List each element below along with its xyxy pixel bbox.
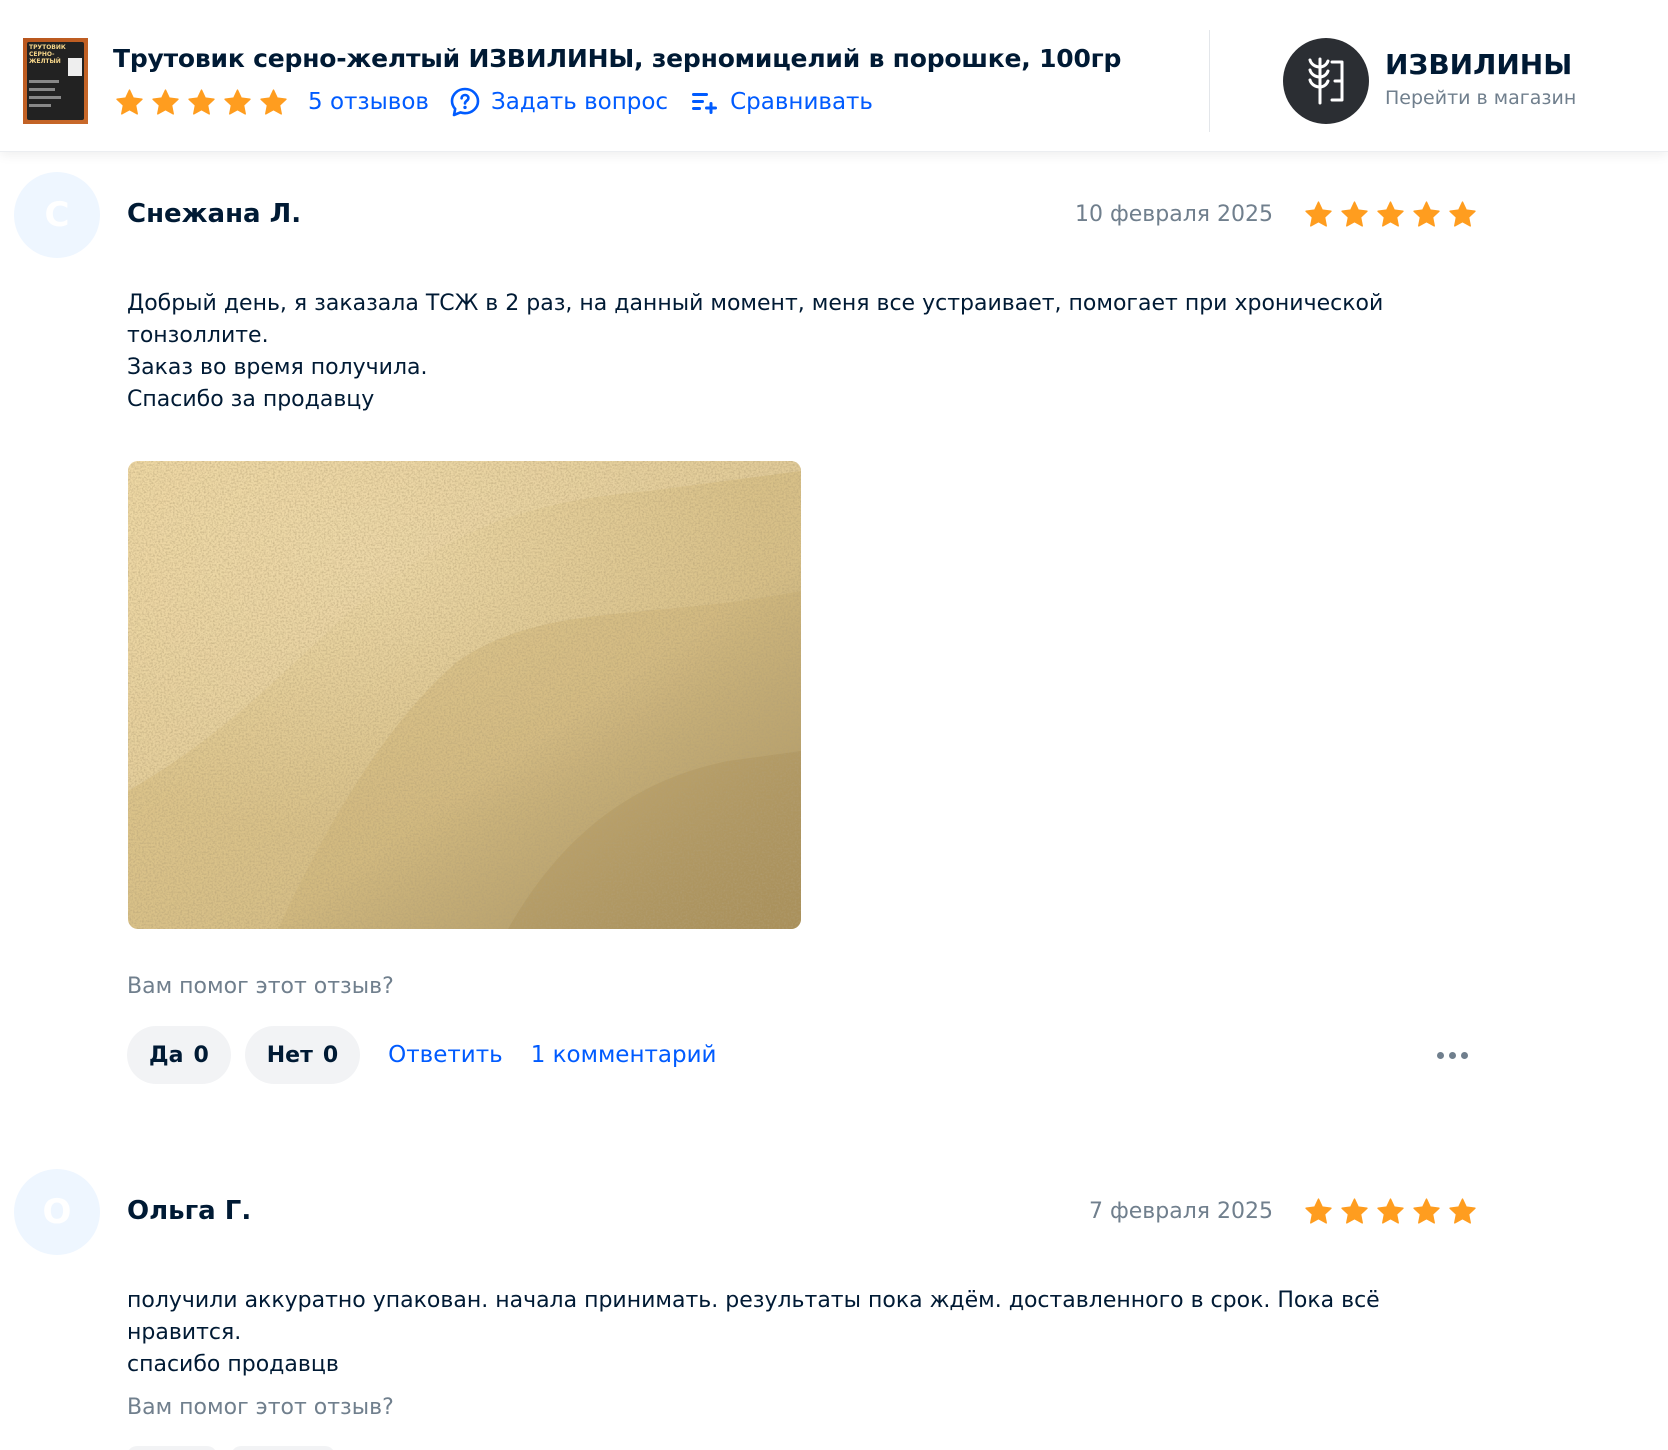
- more-options-icon[interactable]: [1430, 1035, 1474, 1075]
- package-line: [29, 104, 51, 107]
- dot: [1448, 1051, 1456, 1059]
- ask-question-button[interactable]: Задать вопрос: [449, 86, 668, 118]
- comments-link[interactable]: 1 комментарий: [531, 1042, 717, 1068]
- ask-question-label: Задать вопрос: [491, 89, 669, 115]
- vote-no-count: 0: [322, 1042, 339, 1068]
- vote-no-label: Нет: [266, 1042, 313, 1068]
- review-date: 7 февраля 2025: [1088, 1199, 1273, 1224]
- review-text-line: Добрый день, я заказала ТСЖ в 2 раз, на …: [127, 291, 1384, 316]
- helpful-question: Вам помог этот отзыв?: [127, 974, 394, 999]
- product-title[interactable]: Трутовик серно-желтый ИЗВИЛИНЫ, зерномиц…: [113, 44, 1121, 73]
- package-line: [29, 80, 59, 83]
- vote-no-button[interactable]: Нет 0: [244, 1026, 361, 1084]
- star-icon: [1412, 200, 1441, 229]
- review-author: Снежана Л.: [127, 199, 302, 229]
- star-icon: [223, 88, 252, 117]
- header-divider: [1209, 30, 1210, 132]
- vote-no-button-partial[interactable]: [231, 1446, 335, 1450]
- dot: [1436, 1051, 1444, 1059]
- product-header: ТРУТОВИК СЕРНО-ЖЕЛТЫЙ Трутовик серно-жел…: [0, 0, 1668, 152]
- star-icon: [1376, 1197, 1405, 1226]
- star-icon: [1448, 200, 1477, 229]
- star-icon: [259, 88, 288, 117]
- review-rating-stars: [1304, 1197, 1477, 1226]
- star-icon: [1340, 1197, 1369, 1226]
- product-thumbnail[interactable]: ТРУТОВИК СЕРНО-ЖЕЛТЫЙ: [23, 38, 88, 124]
- compare-button[interactable]: Сравнивать: [690, 88, 873, 116]
- review-text: Добрый день, я заказала ТСЖ в 2 раз, на …: [127, 288, 1467, 416]
- review-text-line: Заказ во время получила.: [127, 355, 428, 380]
- shop-name[interactable]: ИЗВИЛИНЫ: [1385, 48, 1572, 81]
- star-icon: [1304, 1197, 1333, 1226]
- review-text-line: спасибо продавцв: [127, 1352, 339, 1377]
- shop-logo-icon: [1308, 57, 1344, 105]
- product-rating-stars[interactable]: [115, 88, 288, 117]
- reviews-count-link[interactable]: 5 отзывов: [308, 89, 429, 115]
- vote-yes-count: 0: [193, 1042, 209, 1068]
- review-text-line: тонзоллите.: [127, 323, 269, 348]
- question-bubble-icon: [450, 87, 480, 117]
- package-box-graphic: [68, 58, 82, 76]
- compare-label: Сравнивать: [730, 89, 873, 115]
- review-text: получили аккуратно упакован. начала прин…: [127, 1285, 1467, 1381]
- vote-yes-button[interactable]: Да 0: [127, 1026, 231, 1084]
- star-icon: [1304, 200, 1333, 229]
- star-icon: [115, 88, 144, 117]
- star-icon: [151, 88, 180, 117]
- review-text-line: Спасибо за продавцу: [127, 387, 375, 412]
- compare-list-icon: [692, 93, 718, 114]
- powder-photo: [128, 461, 801, 929]
- thumbnail-label: ТРУТОВИК СЕРНО-ЖЕЛТЫЙ: [29, 44, 66, 65]
- avatar: С: [14, 172, 100, 258]
- avatar: О: [14, 1169, 100, 1255]
- package-line: [29, 96, 61, 99]
- star-icon: [1412, 1197, 1441, 1226]
- review-date: 10 февраля 2025: [1074, 202, 1273, 227]
- review-rating-stars: [1304, 200, 1477, 229]
- star-icon: [1340, 200, 1369, 229]
- review-photo[interactable]: [128, 461, 801, 929]
- star-icon: [187, 88, 216, 117]
- shop-logo[interactable]: [1283, 38, 1369, 124]
- review-author: Ольга Г.: [127, 1196, 252, 1226]
- reply-link[interactable]: Ответить: [388, 1042, 503, 1068]
- vote-yes-button-partial[interactable]: [127, 1446, 217, 1450]
- helpful-question: Вам помог этот отзыв?: [127, 1395, 394, 1420]
- star-icon: [1376, 200, 1405, 229]
- star-icon: [1448, 1197, 1477, 1226]
- vote-yes-label: Да: [149, 1042, 184, 1068]
- product-rating-row: 5 отзывов Задать вопрос Сравнивать: [115, 85, 873, 119]
- dot: [1460, 1051, 1468, 1059]
- go-to-shop-link[interactable]: Перейти в магазин: [1385, 87, 1576, 109]
- review-actions: Да 0 Нет 0 Ответить 1 комментарий: [127, 1026, 730, 1084]
- package-line: [29, 88, 55, 91]
- review-text-line: получили аккуратно упакован. начала прин…: [127, 1288, 1380, 1345]
